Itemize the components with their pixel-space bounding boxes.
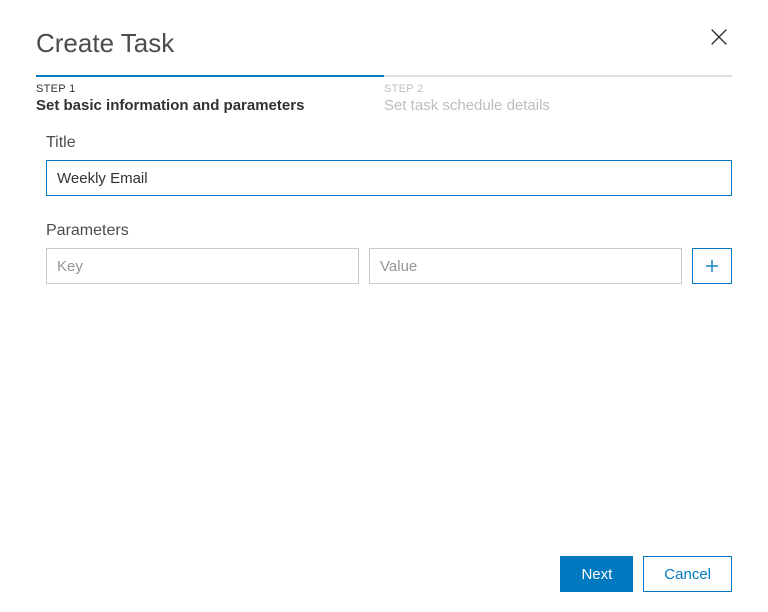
step-1-label: STEP 1 bbox=[36, 83, 384, 95]
dialog-header: Create Task bbox=[36, 28, 732, 59]
stepper: STEP 1 Set basic information and paramet… bbox=[36, 75, 732, 114]
step-2-label: STEP 2 bbox=[384, 83, 732, 95]
dialog-title: Create Task bbox=[36, 28, 174, 59]
parameter-value-input[interactable] bbox=[369, 248, 682, 284]
close-icon[interactable] bbox=[706, 24, 732, 50]
add-parameter-button[interactable] bbox=[692, 248, 732, 284]
title-input[interactable] bbox=[46, 160, 732, 196]
step-2[interactable]: STEP 2 Set task schedule details bbox=[384, 75, 732, 114]
create-task-dialog: Create Task STEP 1 Set basic information… bbox=[0, 0, 768, 612]
title-field-group: Title bbox=[46, 134, 732, 196]
title-label: Title bbox=[46, 134, 732, 152]
step-1-desc: Set basic information and parameters bbox=[36, 97, 384, 114]
next-button[interactable]: Next bbox=[560, 556, 633, 592]
parameters-label: Parameters bbox=[46, 222, 732, 240]
step-1[interactable]: STEP 1 Set basic information and paramet… bbox=[36, 75, 384, 114]
form-area: Title Parameters bbox=[36, 134, 732, 556]
parameters-row bbox=[46, 248, 732, 284]
step-2-desc: Set task schedule details bbox=[384, 97, 732, 114]
dialog-footer: Next Cancel bbox=[36, 556, 732, 592]
plus-icon bbox=[703, 257, 721, 275]
cancel-button[interactable]: Cancel bbox=[643, 556, 732, 592]
parameters-field-group: Parameters bbox=[46, 222, 732, 284]
parameter-key-input[interactable] bbox=[46, 248, 359, 284]
